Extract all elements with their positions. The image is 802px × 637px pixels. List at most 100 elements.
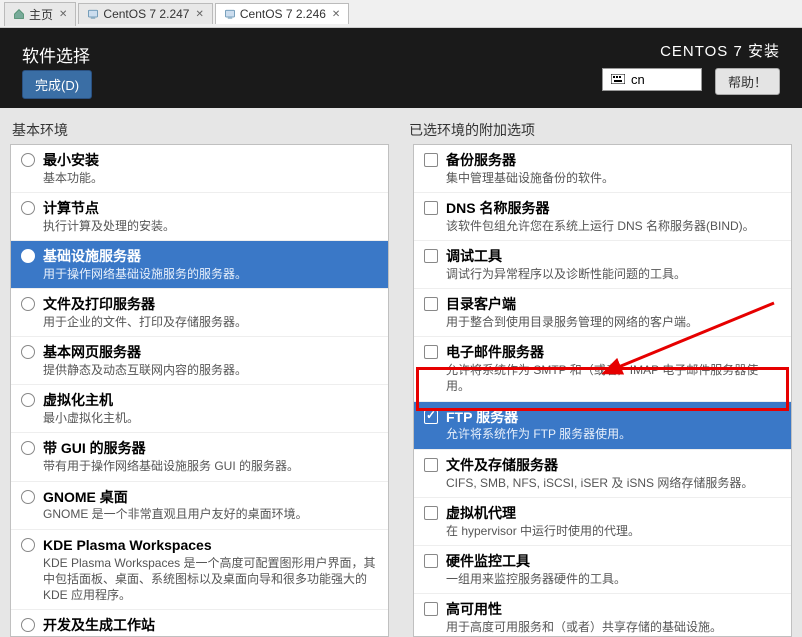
addon-item-1[interactable]: DNS 名称服务器该软件包组允许您在系统上运行 DNS 名称服务器(BIND)。 bbox=[414, 192, 791, 240]
checkbox-icon bbox=[424, 410, 438, 429]
env-item-2[interactable]: 基础设施服务器用于操作网络基础设施服务的服务器。 bbox=[11, 240, 388, 288]
env-item-4[interactable]: 基本网页服务器提供静态及动态互联网内容的服务器。 bbox=[11, 336, 388, 384]
tab-label: CentOS 7 2.247 bbox=[103, 7, 189, 21]
addon-item-2[interactable]: 调试工具调试行为异常程序以及诊断性能问题的工具。 bbox=[414, 240, 791, 288]
keyboard-icon bbox=[611, 72, 625, 87]
base-env-heading: 基本环境 bbox=[12, 120, 395, 140]
item-name: 硬件监控工具 bbox=[446, 552, 626, 571]
radio-icon bbox=[21, 153, 35, 172]
addons-heading: 已选环境的附加选项 bbox=[409, 120, 792, 140]
item-name: 备份服务器 bbox=[446, 151, 614, 170]
radio-icon bbox=[21, 249, 35, 268]
checkbox-icon bbox=[424, 602, 438, 621]
addon-item-3[interactable]: 目录客户端用于整合到使用目录服务管理的网络的客户端。 bbox=[414, 288, 791, 336]
vm-icon bbox=[87, 8, 99, 20]
tab-label: CentOS 7 2.246 bbox=[240, 7, 326, 21]
tab-vm-247[interactable]: CentOS 7 2.247 ✕ bbox=[78, 3, 212, 24]
item-name: 最小安装 bbox=[43, 151, 103, 170]
close-icon[interactable]: ✕ bbox=[195, 9, 203, 20]
item-name: 文件及打印服务器 bbox=[43, 295, 247, 314]
addon-item-5[interactable]: FTP 服务器允许将系统作为 FTP 服务器使用。 bbox=[414, 401, 791, 449]
tab-home[interactable]: 主页 ✕ bbox=[4, 2, 76, 26]
env-item-6[interactable]: 带 GUI 的服务器带有用于操作网络基础设施服务 GUI 的服务器。 bbox=[11, 432, 388, 480]
item-name: 文件及存储服务器 bbox=[446, 456, 753, 475]
item-desc: 该软件包组允许您在系统上运行 DNS 名称服务器(BIND)。 bbox=[446, 218, 755, 234]
addon-item-4[interactable]: 电子邮件服务器允许将系统作为 SMTP 和（或者）IMAP 电子邮件服务器使用。 bbox=[414, 336, 791, 400]
addon-item-0[interactable]: 备份服务器集中管理基础设施备份的软件。 bbox=[414, 145, 791, 192]
item-desc: 执行计算及处理的安装。 bbox=[43, 218, 175, 234]
env-item-3[interactable]: 文件及打印服务器用于企业的文件、打印及存储服务器。 bbox=[11, 288, 388, 336]
env-item-5[interactable]: 虚拟化主机最小虚拟化主机。 bbox=[11, 384, 388, 432]
keyboard-layout-selector[interactable]: cn bbox=[602, 68, 702, 91]
item-desc: 基本功能。 bbox=[43, 170, 103, 186]
addon-item-9[interactable]: 高可用性用于高度可用服务和（或者）共享存储的基础设施。 bbox=[414, 593, 791, 636]
vm-icon bbox=[224, 8, 236, 20]
radio-icon bbox=[21, 490, 35, 509]
env-item-7[interactable]: GNOME 桌面GNOME 是一个非常直观且用户友好的桌面环境。 bbox=[11, 481, 388, 529]
item-desc: 最小虚拟化主机。 bbox=[43, 410, 139, 426]
item-desc: 一组用来监控服务器硬件的工具。 bbox=[446, 571, 626, 587]
checkbox-icon bbox=[424, 345, 438, 364]
lang-value: cn bbox=[631, 72, 645, 87]
item-desc: 用于整合到使用目录服务管理的网络的客户端。 bbox=[446, 314, 698, 330]
addon-item-8[interactable]: 硬件监控工具一组用来监控服务器硬件的工具。 bbox=[414, 545, 791, 593]
item-name: 目录客户端 bbox=[446, 295, 698, 314]
item-name: 调试工具 bbox=[446, 247, 686, 266]
addons-list: 备份服务器集中管理基础设施备份的软件。DNS 名称服务器该软件包组允许您在系统上… bbox=[414, 145, 791, 636]
item-desc: 用于操作网络基础设施服务的服务器。 bbox=[43, 266, 247, 282]
item-desc: 用于高度可用服务和（或者）共享存储的基础设施。 bbox=[446, 619, 722, 635]
software-selection-content: 基本环境 最小安装基本功能。计算节点执行计算及处理的安装。基础设施服务器用于操作… bbox=[0, 108, 802, 637]
item-desc: 用于企业的文件、打印及存储服务器。 bbox=[43, 314, 247, 330]
close-icon[interactable]: ✕ bbox=[59, 9, 67, 20]
radio-icon bbox=[21, 297, 35, 316]
checkbox-icon bbox=[424, 458, 438, 477]
item-name: 开发及生成工作站 bbox=[43, 616, 295, 635]
installer-header: 软件选择 完成(D) CENTOS 7 安装 cn 帮助！ bbox=[0, 28, 802, 108]
item-name: FTP 服务器 bbox=[446, 408, 631, 427]
tab-label: 主页 bbox=[29, 6, 53, 23]
item-desc: 集中管理基础设施备份的软件。 bbox=[446, 170, 614, 186]
app-tab-bar: 主页 ✕ CentOS 7 2.247 ✕ CentOS 7 2.246 ✕ bbox=[0, 0, 802, 28]
radio-icon bbox=[21, 441, 35, 460]
help-button[interactable]: 帮助！ bbox=[715, 68, 780, 95]
radio-icon bbox=[21, 618, 35, 636]
item-name: 电子邮件服务器 bbox=[446, 343, 781, 362]
item-desc: 允许将系统作为 SMTP 和（或者）IMAP 电子邮件服务器使用。 bbox=[446, 362, 781, 394]
checkbox-icon bbox=[424, 201, 438, 220]
item-name: 计算节点 bbox=[43, 199, 175, 218]
base-env-panel: 最小安装基本功能。计算节点执行计算及处理的安装。基础设施服务器用于操作网络基础设… bbox=[10, 144, 389, 637]
env-item-9[interactable]: 开发及生成工作站用于软件、硬件、图形或者内容开发的工作站。 bbox=[11, 609, 388, 636]
radio-icon bbox=[21, 345, 35, 364]
item-desc: 允许将系统作为 FTP 服务器使用。 bbox=[446, 426, 631, 442]
checkbox-icon bbox=[424, 506, 438, 525]
item-desc: 用于软件、硬件、图形或者内容开发的工作站。 bbox=[43, 635, 295, 636]
radio-icon bbox=[21, 538, 35, 557]
item-name: 虚拟化主机 bbox=[43, 391, 139, 410]
env-item-8[interactable]: KDE Plasma WorkspacesKDE Plasma Workspac… bbox=[11, 529, 388, 609]
item-name: 虚拟机代理 bbox=[446, 504, 640, 523]
item-desc: KDE Plasma Workspaces 是一个高度可配置图形用户界面，其中包… bbox=[43, 555, 378, 604]
tab-vm-246[interactable]: CentOS 7 2.246 ✕ bbox=[215, 3, 349, 24]
env-item-0[interactable]: 最小安装基本功能。 bbox=[11, 145, 388, 192]
checkbox-icon bbox=[424, 297, 438, 316]
item-desc: CIFS, SMB, NFS, iSCSI, iSER 及 iSNS 网络存储服… bbox=[446, 475, 753, 491]
item-name: DNS 名称服务器 bbox=[446, 199, 755, 218]
item-name: KDE Plasma Workspaces bbox=[43, 536, 378, 555]
done-button[interactable]: 完成(D) bbox=[22, 70, 92, 99]
home-icon bbox=[13, 8, 25, 20]
addon-item-7[interactable]: 虚拟机代理在 hypervisor 中运行时使用的代理。 bbox=[414, 497, 791, 545]
item-desc: 带有用于操作网络基础设施服务 GUI 的服务器。 bbox=[43, 458, 299, 474]
env-item-1[interactable]: 计算节点执行计算及处理的安装。 bbox=[11, 192, 388, 240]
item-desc: GNOME 是一个非常直观且用户友好的桌面环境。 bbox=[43, 506, 308, 522]
item-name: 基本网页服务器 bbox=[43, 343, 247, 362]
item-name: 带 GUI 的服务器 bbox=[43, 439, 299, 458]
radio-icon bbox=[21, 393, 35, 412]
item-name: 高可用性 bbox=[446, 600, 722, 619]
checkbox-icon bbox=[424, 249, 438, 268]
checkbox-icon bbox=[424, 554, 438, 573]
addon-item-6[interactable]: 文件及存储服务器CIFS, SMB, NFS, iSCSI, iSER 及 iS… bbox=[414, 449, 791, 497]
radio-icon bbox=[21, 201, 35, 220]
item-desc: 在 hypervisor 中运行时使用的代理。 bbox=[446, 523, 640, 539]
close-icon[interactable]: ✕ bbox=[332, 9, 340, 20]
item-name: GNOME 桌面 bbox=[43, 488, 308, 507]
